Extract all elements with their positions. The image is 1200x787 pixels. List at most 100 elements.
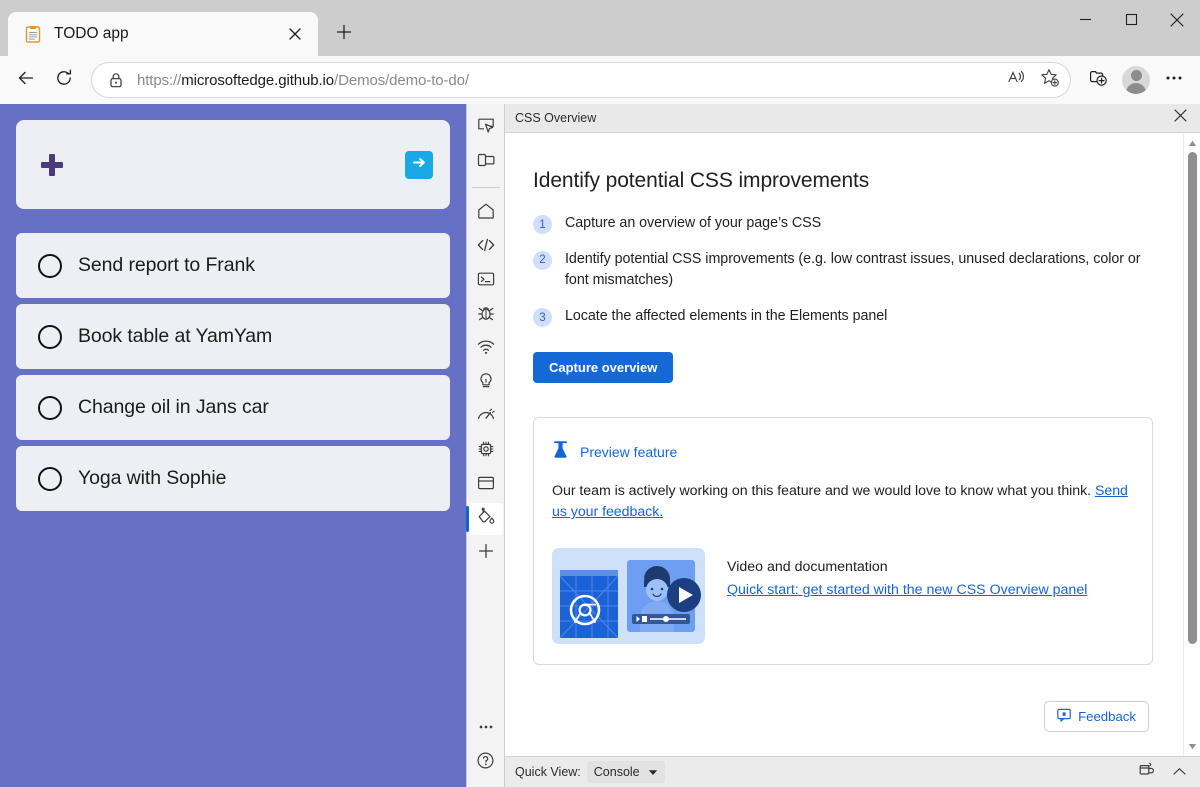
add-todo-submit-button[interactable] bbox=[405, 151, 433, 179]
todo-checkbox[interactable] bbox=[38, 254, 62, 278]
new-tab-button[interactable] bbox=[326, 16, 362, 52]
feedback-message-icon bbox=[1057, 708, 1071, 725]
close-window-button[interactable] bbox=[1154, 0, 1200, 44]
chevron-down-icon bbox=[648, 763, 658, 781]
panel-title-tab[interactable]: CSS Overview bbox=[515, 111, 1168, 125]
close-icon bbox=[1170, 13, 1184, 32]
devtools-status-bar: Quick View: Console bbox=[505, 756, 1200, 787]
tab-strip: TODO app bbox=[0, 0, 362, 56]
feedback-button-label: Feedback bbox=[1078, 709, 1136, 724]
scroll-up-arrow-icon[interactable] bbox=[1185, 136, 1200, 150]
plus-icon bbox=[336, 24, 352, 45]
devtools-body: CSS Overview Identify potential CSS impr… bbox=[467, 104, 1200, 787]
browser-toolbar: https://microsoftedge.github.io/Demos/de… bbox=[0, 56, 1200, 104]
collapse-drawer-button[interactable] bbox=[1166, 760, 1192, 784]
capture-overview-button[interactable]: Capture overview bbox=[533, 352, 673, 383]
elements-panel-button[interactable] bbox=[469, 231, 503, 263]
address-bar[interactable]: https://microsoftedge.github.io/Demos/de… bbox=[92, 63, 1070, 97]
device-emulation-button[interactable] bbox=[469, 146, 503, 178]
preview-feature-body: Our team is actively working on this fea… bbox=[552, 481, 1130, 524]
more-tools-plus-icon bbox=[476, 541, 496, 566]
issues-counter-icon bbox=[1138, 761, 1156, 784]
application-window-icon bbox=[476, 473, 496, 498]
devtools-scroll-wrapper: Identify potential CSS improvements 1 Ca… bbox=[505, 133, 1200, 756]
feedback-row: Feedback bbox=[1044, 701, 1149, 732]
arrow-right-icon bbox=[411, 154, 428, 176]
clipboard-icon bbox=[24, 25, 42, 43]
video-thumbnail-chrome-devtools[interactable] bbox=[552, 548, 705, 644]
todo-label: Yoga with Sophie bbox=[78, 467, 226, 490]
preview-feature-card: Preview feature Our team is actively wor… bbox=[533, 417, 1153, 665]
list-item[interactable]: Book table at YamYam bbox=[16, 304, 450, 369]
devtools-activity-bar bbox=[467, 104, 505, 787]
todo-checkbox[interactable] bbox=[38, 396, 62, 420]
close-icon[interactable] bbox=[282, 21, 308, 47]
back-button[interactable] bbox=[8, 62, 44, 98]
list-item[interactable]: Yoga with Sophie bbox=[16, 446, 450, 511]
close-icon bbox=[1174, 109, 1187, 127]
url-text: https://microsoftedge.github.io/Demos/de… bbox=[137, 72, 1000, 89]
performance-gauge-icon bbox=[476, 405, 496, 430]
devtools-panel: CSS Overview Identify potential CSS impr… bbox=[466, 104, 1200, 787]
close-devtools-button[interactable] bbox=[1168, 106, 1192, 130]
todo-checkbox[interactable] bbox=[38, 467, 62, 491]
elements-code-icon bbox=[476, 235, 496, 260]
quick-view-select[interactable]: Console bbox=[587, 761, 665, 783]
list-item[interactable]: Send report to Frank bbox=[16, 233, 450, 298]
step-number: 3 bbox=[533, 308, 552, 327]
console-panel-button[interactable] bbox=[469, 265, 503, 297]
welcome-home-button[interactable] bbox=[469, 197, 503, 229]
video-title: Video and documentation bbox=[727, 559, 1087, 575]
refresh-button[interactable] bbox=[46, 62, 82, 98]
performance-panel-button[interactable] bbox=[469, 401, 503, 433]
step-text: Capture an overview of your page’s CSS bbox=[565, 213, 821, 235]
scrollbar-thumb[interactable] bbox=[1188, 152, 1197, 644]
css-overview-panel: Identify potential CSS improvements 1 Ca… bbox=[505, 133, 1183, 756]
sources-panel-button[interactable] bbox=[469, 299, 503, 331]
video-documentation-row: Video and documentation Quick start: get… bbox=[552, 548, 1130, 644]
feedback-button[interactable]: Feedback bbox=[1044, 701, 1149, 732]
add-todo-field[interactable] bbox=[16, 120, 450, 209]
window-controls bbox=[1062, 0, 1200, 44]
read-aloud-button[interactable] bbox=[1000, 65, 1032, 95]
memory-panel-button[interactable] bbox=[469, 435, 503, 467]
maximize-icon bbox=[1125, 13, 1138, 31]
url-path: /Demos/demo-to-do/ bbox=[334, 72, 469, 89]
issues-panel-button[interactable] bbox=[469, 367, 503, 399]
flask-beaker-icon bbox=[552, 440, 569, 465]
scrollbar-track[interactable] bbox=[1184, 150, 1200, 739]
inspect-element-icon bbox=[476, 116, 496, 141]
sources-debugger-bug-icon bbox=[476, 303, 496, 328]
collections-button[interactable] bbox=[1080, 62, 1116, 98]
add-favorite-button[interactable] bbox=[1034, 65, 1066, 95]
browser-window: TODO app bbox=[0, 0, 1200, 787]
network-panel-button[interactable] bbox=[469, 333, 503, 365]
step-number: 2 bbox=[533, 251, 552, 270]
application-panel-button[interactable] bbox=[469, 469, 503, 501]
todo-checkbox[interactable] bbox=[38, 325, 62, 349]
lock-icon[interactable] bbox=[106, 70, 126, 90]
url-host: microsoftedge.github.io bbox=[181, 72, 334, 89]
maximize-window-button[interactable] bbox=[1108, 0, 1154, 44]
list-item[interactable]: Change oil in Jans car bbox=[16, 375, 450, 440]
activity-bar-bottom bbox=[469, 713, 503, 787]
browser-tab[interactable]: TODO app bbox=[8, 12, 318, 56]
omnibox-actions bbox=[1000, 65, 1066, 95]
scroll-down-arrow-icon[interactable] bbox=[1185, 739, 1200, 753]
preview-feature-header: Preview feature bbox=[552, 440, 1130, 465]
profile-button[interactable] bbox=[1118, 62, 1154, 98]
issues-lightbulb-icon bbox=[476, 371, 496, 396]
more-tools-button[interactable] bbox=[469, 537, 503, 569]
devtools-help-button[interactable] bbox=[469, 747, 503, 779]
browser-settings-button[interactable] bbox=[1156, 62, 1192, 98]
sidebar-item-css-overview[interactable] bbox=[469, 503, 503, 535]
devtools-more-options-button[interactable] bbox=[469, 713, 503, 745]
profile-avatar-icon bbox=[1122, 66, 1150, 94]
devtools-scrollbar[interactable] bbox=[1183, 133, 1200, 756]
issues-counter-button[interactable] bbox=[1134, 760, 1160, 784]
quick-start-link[interactable]: Quick start: get started with the new CS… bbox=[727, 582, 1087, 598]
tab-title: TODO app bbox=[54, 25, 270, 43]
plus-icon bbox=[40, 153, 64, 177]
minimize-window-button[interactable] bbox=[1062, 0, 1108, 44]
inspect-element-button[interactable] bbox=[469, 112, 503, 144]
